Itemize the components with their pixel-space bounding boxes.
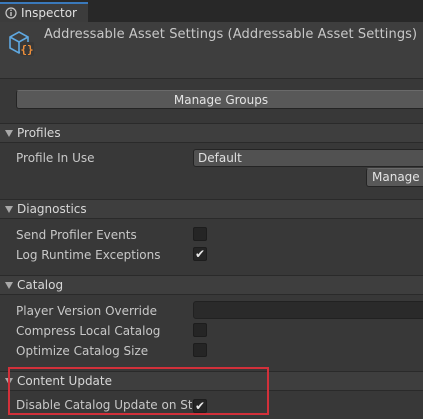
send-profiler-events-checkbox[interactable]: [193, 227, 207, 241]
optimize-catalog-size-label: Optimize Catalog Size: [16, 344, 149, 358]
addressable-settings-asset-icon: {}: [6, 28, 38, 60]
inspector-title: Addressable Asset Settings (Addressable …: [44, 27, 418, 42]
foldout-caret-icon: [5, 205, 13, 213]
compress-local-catalog-checkbox[interactable]: [193, 323, 207, 337]
foldout-caret-icon: [5, 377, 13, 385]
info-icon: [5, 7, 17, 19]
manage-groups-button[interactable]: Manage Groups: [16, 90, 423, 109]
log-runtime-exceptions-label: Log Runtime Exceptions: [16, 248, 161, 262]
inspector-header: {} Addressable Asset Settings (Addressab…: [0, 22, 423, 78]
section-label: Diagnostics: [17, 202, 87, 216]
player-version-override-field[interactable]: [193, 301, 423, 319]
section-label: Profiles: [17, 126, 61, 140]
tab-inspector[interactable]: Inspector: [0, 2, 88, 22]
header-divider: [0, 78, 423, 79]
checkmark-icon: ✔: [194, 399, 206, 413]
log-runtime-exceptions-checkbox[interactable]: ✔: [193, 247, 207, 261]
disable-catalog-update-checkbox[interactable]: ✔: [193, 399, 207, 413]
svg-text:{}: {}: [20, 43, 33, 56]
player-version-override-label: Player Version Override: [16, 304, 158, 318]
section-catalog[interactable]: Catalog: [0, 275, 423, 295]
section-label: Catalog: [17, 278, 64, 292]
section-diagnostics[interactable]: Diagnostics: [0, 199, 423, 219]
send-profiler-events-label: Send Profiler Events: [16, 228, 137, 242]
profile-in-use-label: Profile In Use: [16, 151, 95, 165]
optimize-catalog-size-checkbox[interactable]: [193, 343, 207, 357]
compress-local-catalog-label: Compress Local Catalog: [16, 324, 161, 338]
section-label: Content Update: [17, 374, 112, 388]
disable-catalog-update-label: Disable Catalog Update on Startup: [16, 398, 192, 412]
manage-profiles-button[interactable]: Manage: [366, 168, 423, 187]
foldout-caret-icon: [5, 281, 13, 289]
checkmark-icon: ✔: [194, 247, 206, 261]
section-content-update[interactable]: Content Update: [0, 371, 423, 391]
profile-in-use-dropdown[interactable]: Default: [193, 149, 423, 167]
tab-bar: Inspector: [0, 0, 423, 22]
section-profiles[interactable]: Profiles: [0, 123, 423, 143]
foldout-caret-icon: [5, 129, 13, 137]
tab-label: Inspector: [21, 6, 77, 20]
